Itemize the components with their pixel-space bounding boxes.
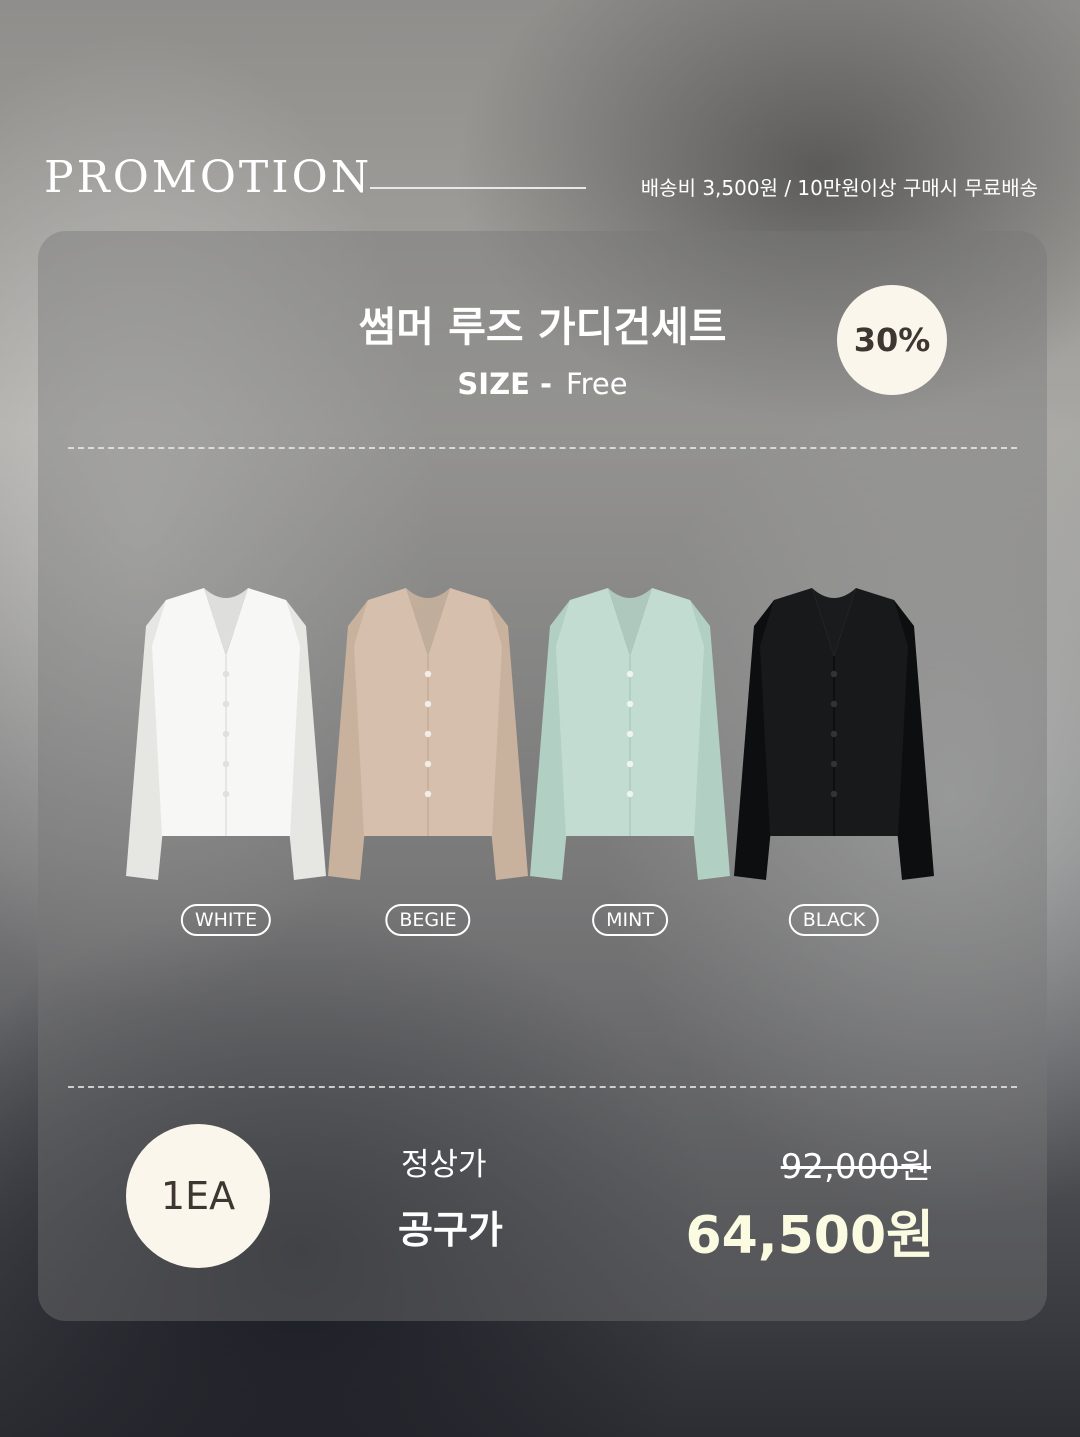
shipping-info: 배송비 3,500원 / 10만원이상 구매시 무료배송 [640,176,1038,200]
color-options: WHITE BEGIE MINT BLACK [118,586,978,936]
divider-bottom [68,1086,1017,1088]
quantity-badge: 1EA [126,1124,270,1268]
color-chip-white[interactable]: WHITE [180,904,272,936]
size-value: Free [566,367,628,401]
product-black[interactable]: BLACK [726,586,942,936]
cardigan-black-icon [734,588,934,880]
color-chip-beige[interactable]: BEGIE [385,904,471,936]
sale-price-label: 공구가 [398,1208,503,1252]
promo-header: PROMOTION 배송비 3,500원 / 10만원이상 구매시 무료배송 [44,150,1038,210]
sale-price: 64,500원 [685,1206,934,1266]
product-beige[interactable]: BEGIE [320,586,536,936]
product-card: 썸머 루즈 가디건세트 SIZE - Free 30% WHITE BEGIE M… [38,231,1047,1321]
divider-top [68,447,1017,449]
promotion-title: PROMOTION [44,152,373,203]
cardigan-mint-icon [530,588,730,880]
regular-price-label: 정상가 [401,1147,487,1183]
header-divider [370,187,586,189]
color-chip-mint[interactable]: MINT [592,904,668,936]
size-label: SIZE - [457,367,553,401]
color-chip-black[interactable]: BLACK [788,904,880,936]
discount-badge: 30% [837,285,947,395]
product-white[interactable]: WHITE [118,586,334,936]
product-mint[interactable]: MINT [522,586,738,936]
regular-price: 92,000원 [780,1147,931,1187]
cardigan-white-icon [126,588,326,880]
cardigan-beige-icon [328,588,528,880]
